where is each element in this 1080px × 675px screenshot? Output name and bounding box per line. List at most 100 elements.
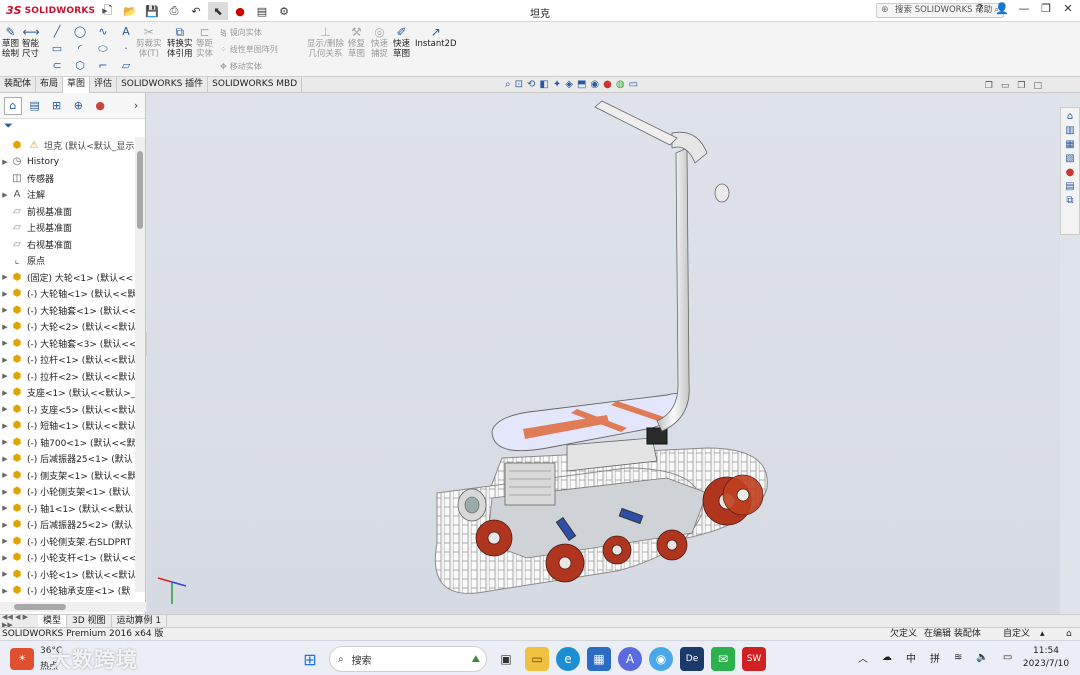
expand-arrow-icon[interactable]: ▶ xyxy=(0,405,10,413)
vpn-app-icon[interactable]: ◉ xyxy=(649,647,673,671)
file-explorer-icon[interactable]: ▭ xyxy=(525,647,549,671)
tree-item-component[interactable]: ▶ ⬢ (-) 小轮轴承支座<1> (默 xyxy=(0,583,135,600)
store-icon[interactable]: ▦ xyxy=(587,647,611,671)
resources-icon[interactable]: ▥ xyxy=(1065,125,1074,136)
tree-item-component[interactable]: ▶ ⬢ (-) 小轮支杆<1> (默认<< xyxy=(0,550,135,567)
tree-item-component[interactable]: ▶ ⬢ (-) 拉杆<2> (默认<<默认 xyxy=(0,368,135,385)
close-icon[interactable]: ✕ xyxy=(1060,2,1076,15)
spline-icon[interactable]: ∿ xyxy=(92,25,114,41)
quick-snaps-button[interactable]: ◎ 快速 捕捉 xyxy=(371,25,388,59)
tree-item-component[interactable]: ▶ ⬢ (-) 大轮<2> (默认<<默认 xyxy=(0,319,135,336)
expand-arrow-icon[interactable]: ▶ xyxy=(0,339,10,347)
tree-horizontal-scrollbar[interactable] xyxy=(0,602,146,612)
display-manager-tab-icon[interactable]: ● xyxy=(91,97,109,115)
tab-assembly[interactable]: 装配体 xyxy=(0,77,37,93)
arc-app-icon[interactable]: A xyxy=(618,647,642,671)
mirror-entities-button[interactable]: ⧎ 镜向实体 xyxy=(220,27,262,38)
scrollbar-thumb[interactable] xyxy=(14,604,66,610)
appearances-icon[interactable]: ● xyxy=(1066,167,1075,178)
filter-icon[interactable]: ⏷ xyxy=(0,119,145,135)
expand-arrow-icon[interactable]: ▶ xyxy=(0,554,10,562)
expand-arrow-icon[interactable]: ▶ xyxy=(0,290,10,298)
task-view-icon[interactable]: ▣ xyxy=(494,647,518,671)
volume-icon[interactable]: 🔈 xyxy=(976,652,988,663)
restore-icon[interactable]: ❐ xyxy=(1038,2,1054,15)
tree-item-component[interactable]: ▶ ⬢ (-) 大轮轴套<3> (默认<< xyxy=(0,335,135,352)
display-style-icon[interactable]: ⬒ xyxy=(577,79,586,90)
zoom-area-icon[interactable]: ⊡ xyxy=(515,79,523,90)
user-icon[interactable]: 👤 xyxy=(994,2,1010,15)
tree-item-component[interactable]: ▶ ⬢ (-) 大轮轴套<1> (默认<< xyxy=(0,302,135,319)
rectangle-icon[interactable]: ▭ xyxy=(46,42,68,58)
repair-sketch-button[interactable]: ⚒ 修复 草图 xyxy=(348,25,365,59)
tab-evaluate[interactable]: 评估 xyxy=(90,77,118,93)
expand-arrow-icon[interactable]: ▶ xyxy=(0,570,10,578)
ime-language[interactable]: 中 xyxy=(906,650,916,665)
wechat-icon[interactable]: ✉ xyxy=(711,647,735,671)
help-question-icon[interactable]: ? xyxy=(972,2,988,15)
tree-item-component[interactable]: ▶ ⬢ 支座<1> (默认<<默认>_ xyxy=(0,385,135,402)
viewport-minimize-icon[interactable]: ▭ xyxy=(1001,81,1010,91)
section-view-icon[interactable]: ◧ xyxy=(539,79,548,90)
expand-arrow-icon[interactable]: ▶ xyxy=(0,273,10,281)
fillet-icon[interactable]: ⌐ xyxy=(92,59,114,75)
tree-item-component[interactable]: ▶ ⬢ (-) 小轮侧支架<1> (默认 xyxy=(0,484,135,501)
tag-icon[interactable]: ⌂ xyxy=(1066,628,1072,640)
tab-nav-arrows[interactable]: ◀◀ ◀ ▶ ▶▶ xyxy=(0,613,38,629)
config-manager-tab-icon[interactable]: ⊞ xyxy=(48,97,66,115)
edit-appearance-icon[interactable]: ● xyxy=(603,79,612,90)
clock[interactable]: 11:54 2023/7/10 xyxy=(1020,645,1072,671)
tree-item-component[interactable]: ▶ ⬢ (-) 小轮<1> (默认<<默认 xyxy=(0,566,135,583)
forum-icon[interactable]: ⧉ xyxy=(1066,195,1073,206)
circle-icon[interactable]: ◯ xyxy=(69,25,91,41)
tree-vertical-scrollbar[interactable] xyxy=(135,137,145,592)
expand-arrow-icon[interactable]: ▶ xyxy=(0,438,10,446)
hide-show-items-icon[interactable]: ◉ xyxy=(590,79,599,90)
tree-item-component[interactable]: ▶ ⬢ (-) 短轴<1> (默认<<默认 xyxy=(0,418,135,435)
tree-item-front-plane[interactable]: ▱ 前视基准面 xyxy=(0,203,135,220)
dimxpert-tab-icon[interactable]: ⊕ xyxy=(69,97,87,115)
polygon-icon[interactable]: ⬡ xyxy=(69,59,91,75)
expand-arrow-icon[interactable]: ▶ xyxy=(0,323,10,331)
expand-arrow-icon[interactable]: ▶ xyxy=(0,455,10,463)
tree-item-component[interactable]: ▶ ⬢ (-) 后减振器25<1> (默认 xyxy=(0,451,135,468)
tank-scooter-model[interactable] xyxy=(147,93,1060,614)
tree-item-component[interactable]: ▶ ⬢ (-) 小轮侧支架.右SLDPRT xyxy=(0,533,135,550)
tab-motion-study[interactable]: 运动算例 1 xyxy=(112,615,168,627)
apply-scene-icon[interactable]: ◍ xyxy=(616,79,625,90)
expand-arrow-icon[interactable]: ▶ xyxy=(0,488,10,496)
point-icon[interactable]: · xyxy=(115,42,137,58)
units-dropdown-icon[interactable]: ▴ xyxy=(1040,628,1045,640)
expand-arrow-icon[interactable]: ▶ xyxy=(0,372,10,380)
tab-addins[interactable]: SOLIDWORKS 插件 xyxy=(117,77,209,93)
view-settings-icon[interactable]: ▭ xyxy=(629,79,638,90)
rapid-sketch-button[interactable]: ✐ 快速 草图 xyxy=(393,25,410,59)
wifi-icon[interactable]: ≋ xyxy=(954,652,962,663)
units-custom[interactable]: 自定义 xyxy=(1003,628,1030,640)
sketch-button[interactable]: ✎ 草图 绘制 xyxy=(2,25,19,59)
file-explorer-icon[interactable]: ▧ xyxy=(1065,153,1074,164)
custom-properties-icon[interactable]: ▤ xyxy=(1065,181,1074,192)
viewport-maximize-icon[interactable]: ❐ xyxy=(1017,81,1025,91)
tree-item-annotations[interactable]: ▶ A 注解 xyxy=(0,187,135,204)
linear-pattern-button[interactable]: ⁘ 线性草图阵列 xyxy=(220,44,278,55)
tray-overflow-icon[interactable]: ︿ xyxy=(858,650,868,665)
property-manager-tab-icon[interactable]: ▤ xyxy=(26,97,44,115)
tree-item-component[interactable]: ▶ ⬢ (-) 轴700<1> (默认<<默 xyxy=(0,434,135,451)
tab-mbd[interactable]: SOLIDWORKS MBD xyxy=(208,77,303,93)
battery-icon[interactable]: ▭ xyxy=(1003,652,1012,663)
viewport-close-icon[interactable]: □ xyxy=(1033,81,1042,91)
expand-arrow-icon[interactable]: ▶ xyxy=(0,422,10,430)
expand-arrow-icon[interactable]: ▶ xyxy=(0,521,10,529)
graphics-area[interactable]: ⌕ ⊡ ⟲ ◧ ✦ ◈ ⬒ ◉ ● ◍ ▭ ❐ ▭ ❐ □ xyxy=(147,79,1060,614)
expand-arrow-icon[interactable]: ▶ xyxy=(0,537,10,545)
tree-item-sensors[interactable]: ◫ 传感器 xyxy=(0,170,135,187)
tree-item-component[interactable]: ▶ ⬢ (-) 大轮轴<1> (默认<<默 xyxy=(0,286,135,303)
offset-entities-button[interactable]: ⊏ 等距 实体 xyxy=(196,25,213,59)
trim-entities-button[interactable]: ✂ 剪裁实 体(T) xyxy=(136,25,162,59)
taskbar-search[interactable]: ⌕ 搜索 ⛰ xyxy=(329,646,487,672)
tree-item-right-plane[interactable]: ▱ 右视基准面 xyxy=(0,236,135,253)
plane-icon[interactable]: ▱ xyxy=(115,59,137,75)
tab-layout[interactable]: 布局 xyxy=(36,77,64,93)
ime-mode[interactable]: 拼 xyxy=(930,650,940,665)
